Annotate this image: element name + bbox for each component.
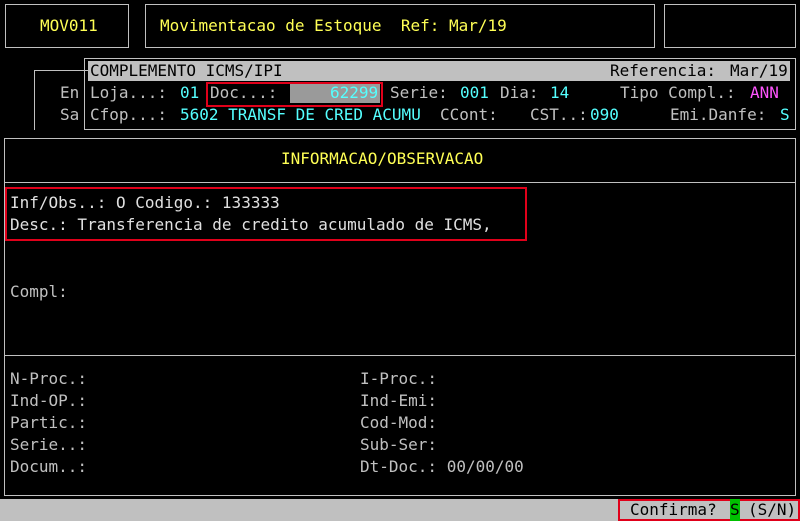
n-proc-label: N-Proc.: bbox=[10, 369, 88, 388]
cst-label: CST..: bbox=[530, 105, 588, 124]
serie-label: Serie: bbox=[390, 83, 448, 102]
loja-label: Loja...: bbox=[90, 83, 168, 102]
emi-danfe-label: Emi.Danfe: bbox=[670, 105, 767, 124]
loja-value[interactable]: 01 bbox=[180, 82, 199, 104]
confirm-label: Confirma? bbox=[630, 500, 717, 519]
serie-bottom-label: Serie..: bbox=[10, 435, 88, 454]
confirm-options: (S/N) bbox=[748, 500, 797, 519]
ccont-label: CCont: bbox=[440, 105, 498, 124]
confirm-input[interactable]: S bbox=[730, 499, 740, 521]
tipo-compl-label: Tipo Compl.: bbox=[620, 83, 736, 102]
cfop-value[interactable]: 5602 TRANSF DE CRED ACUMU bbox=[180, 104, 421, 126]
desc-line[interactable]: Desc.: Transferencia de credito acumulad… bbox=[10, 214, 492, 236]
info-divider-top bbox=[4, 182, 796, 183]
complemento-title: COMPLEMENTO ICMS/IPI bbox=[90, 61, 283, 80]
screen-title: Movimentacao de Estoque Ref: Mar/19 bbox=[160, 16, 507, 35]
right-empty-box bbox=[664, 4, 796, 48]
tipo-compl-value[interactable]: ANN bbox=[750, 82, 779, 104]
serie-value[interactable]: 001 bbox=[460, 82, 489, 104]
dt-doc-label: Dt-Doc.: 00/00/00 bbox=[360, 457, 524, 476]
cod-mod-label: Cod-Mod: bbox=[360, 413, 438, 432]
partic-label: Partic.: bbox=[10, 413, 88, 432]
cst-value[interactable]: 090 bbox=[590, 104, 619, 126]
info-divider-bottom bbox=[4, 355, 796, 356]
docum-label: Docum..: bbox=[10, 457, 88, 476]
ind-op-label: Ind-OP.: bbox=[10, 391, 88, 410]
compl-label: Compl: bbox=[10, 282, 68, 301]
referencia-value: Mar/19 bbox=[730, 61, 788, 80]
ind-emi-label: Ind-Emi: bbox=[360, 391, 438, 410]
sub-ser-label: Sub-Ser: bbox=[360, 435, 438, 454]
dia-value[interactable]: 14 bbox=[550, 82, 569, 104]
background-text-en: En bbox=[60, 83, 80, 102]
background-text-sa: Sa bbox=[60, 105, 80, 124]
inf-obs-line[interactable]: Inf/Obs..: O Codigo.: 133333 bbox=[10, 192, 280, 214]
info-section-title: INFORMACAO/OBSERVACAO bbox=[281, 149, 484, 168]
emi-danfe-value[interactable]: S bbox=[780, 104, 790, 126]
program-code: MOV011 bbox=[40, 16, 98, 35]
dia-label: Dia: bbox=[500, 83, 539, 102]
referencia-label: Referencia: bbox=[610, 61, 716, 80]
cfop-label: Cfop...: bbox=[90, 105, 168, 124]
i-proc-label: I-Proc.: bbox=[360, 369, 438, 388]
